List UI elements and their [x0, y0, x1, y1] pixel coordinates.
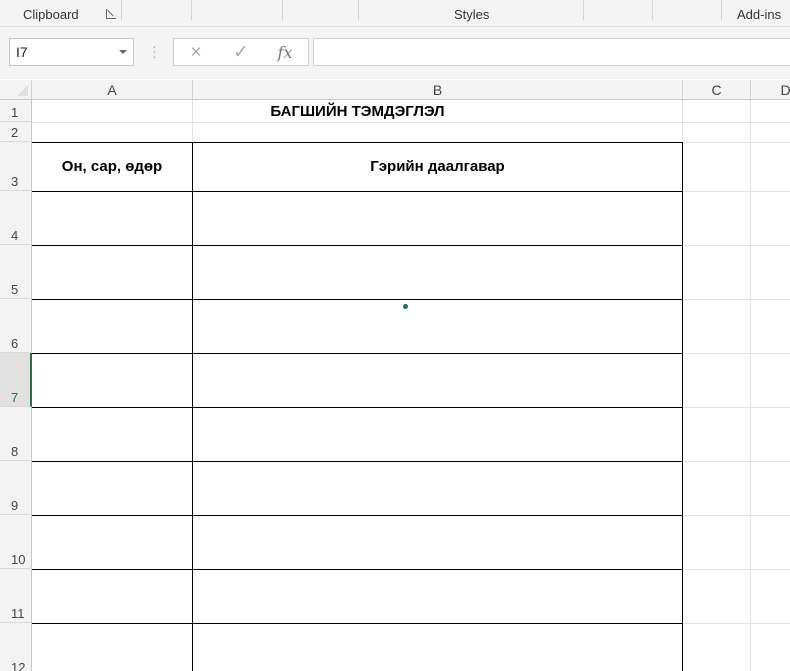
row-header[interactable]: 6 [0, 299, 32, 353]
row-header[interactable]: 4 [0, 191, 32, 245]
table-header-date: Он, сар, өдөр [61, 158, 163, 175]
worksheet[interactable]: A B C D 1 2 3 4 5 6 7 8 9 10 11 12 БАГШИ… [0, 80, 790, 671]
ribbon-separator [282, 0, 283, 20]
row-header[interactable]: 10 [0, 515, 32, 569]
ribbon-group-bar: Clipboard Styles Add-ins [0, 0, 790, 27]
formula-input[interactable] [313, 38, 790, 66]
name-box-input[interactable] [10, 39, 116, 65]
row-header-active[interactable]: 7 [0, 353, 32, 407]
clipboard-dialog-launcher-icon[interactable] [106, 9, 116, 19]
table-border [32, 191, 683, 192]
row-header[interactable]: 12 [0, 623, 32, 671]
column-header-b[interactable]: B [193, 80, 683, 100]
cell-cursor-marker [403, 304, 408, 309]
ribbon-separator [721, 0, 722, 20]
row-header[interactable]: 5 [0, 245, 32, 299]
ribbon-separator [583, 0, 584, 20]
table-border [32, 353, 683, 354]
table-border [32, 623, 683, 624]
enter-icon[interactable]: ✓ [227, 42, 255, 64]
row-header[interactable]: 9 [0, 461, 32, 515]
table-border [682, 142, 683, 671]
row-header[interactable]: 11 [0, 569, 32, 623]
select-all-button[interactable] [0, 80, 32, 100]
table-border [32, 515, 683, 516]
table-border [32, 461, 683, 462]
name-box[interactable] [9, 38, 134, 66]
column-header-d[interactable]: D [751, 80, 790, 100]
column-header-c[interactable]: C [683, 80, 751, 100]
ribbon-separator [358, 0, 359, 20]
sheet-title: БАГШИЙН ТЭМДЭГЛЭЛ [270, 103, 445, 120]
gridline [32, 122, 790, 123]
table-border [32, 142, 683, 143]
formula-buttons: × ✓ fx [173, 38, 309, 66]
table-border [32, 569, 683, 570]
table-border [32, 407, 683, 408]
column-header-a[interactable]: A [32, 80, 193, 100]
formula-bar: ··· × ✓ fx [0, 27, 790, 79]
row-header[interactable]: 8 [0, 407, 32, 461]
gridline [750, 100, 751, 671]
ribbon-group-add-ins: Add-ins [737, 7, 782, 22]
insert-function-icon[interactable]: fx [271, 42, 299, 64]
table-border [32, 299, 683, 300]
ribbon-group-clipboard: Clipboard [23, 7, 79, 22]
formula-bar-resize-handle[interactable]: · · · [152, 39, 157, 63]
row-header[interactable]: 2 [0, 122, 32, 142]
table-header-homework: Гэрийн даалгавар [370, 158, 505, 175]
table-border [192, 142, 193, 671]
ribbon-separator [191, 0, 192, 20]
ribbon-separator [121, 0, 122, 20]
cancel-icon[interactable]: × [182, 42, 210, 64]
name-box-dropdown-icon[interactable] [119, 50, 127, 54]
row-header[interactable]: 3 [0, 142, 32, 191]
ribbon-group-styles: Styles [454, 7, 490, 22]
ribbon-separator [652, 0, 653, 20]
table-border [32, 245, 683, 246]
row-header[interactable]: 1 [0, 100, 32, 122]
